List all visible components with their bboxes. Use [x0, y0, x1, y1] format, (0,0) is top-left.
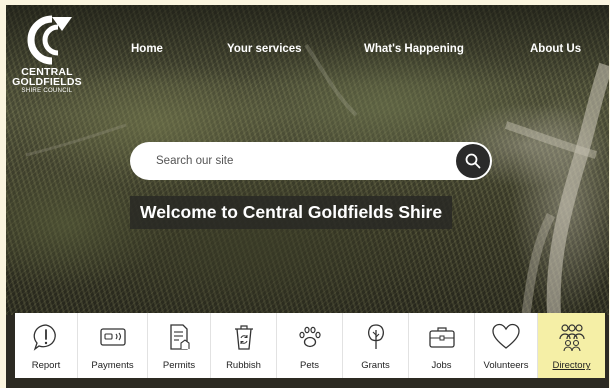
quicklink-pets[interactable]: Pets	[277, 313, 343, 378]
quicklink-label: Grants	[361, 360, 390, 371]
page-frame: CENTRAL GOLDFIELDS SHIRE COUNCIL Home Yo…	[6, 5, 609, 388]
quicklink-report[interactable]: Report	[15, 313, 78, 378]
quicklink-rubbish[interactable]: Rubbish	[211, 313, 277, 378]
quicklink-grants[interactable]: Grants	[343, 313, 409, 378]
quicklink-label: Pets	[299, 360, 319, 371]
search-button[interactable]	[456, 144, 490, 178]
quicklink-directory[interactable]: Directory	[538, 313, 605, 378]
quick-links-bar: Report Payments Permits Rubbish Pets Gra…	[15, 313, 605, 378]
quicklink-label: Payments	[91, 360, 134, 371]
card-payment-icon	[99, 328, 126, 346]
logo-text-shire-council: SHIRE COUNCIL	[21, 88, 73, 94]
recycle-bin-icon	[234, 325, 253, 350]
search-icon	[465, 153, 481, 169]
quicklink-payments[interactable]: Payments	[78, 313, 148, 378]
paw-icon	[298, 326, 321, 348]
quicklink-label: Report	[31, 360, 61, 371]
nav-about-us[interactable]: About Us	[530, 43, 581, 55]
quicklink-volunteers[interactable]: Volunteers	[475, 313, 538, 378]
quicklink-label: Rubbish	[226, 360, 261, 371]
heart-icon	[492, 323, 520, 349]
nav-your-services[interactable]: Your services	[227, 43, 302, 55]
tree-icon	[367, 324, 384, 349]
search-bar	[130, 142, 492, 180]
quicklink-label: Directory	[552, 360, 591, 371]
permit-document-icon	[170, 324, 190, 350]
search-input[interactable]	[156, 155, 446, 167]
main-navigation: Home Your services What's Happening Abou…	[6, 43, 609, 63]
briefcase-icon	[428, 327, 455, 348]
quicklink-label: Volunteers	[483, 360, 529, 371]
alert-icon	[33, 324, 56, 351]
page-title: Welcome to Central Goldfields Shire	[130, 196, 453, 229]
nav-home[interactable]: Home	[131, 43, 163, 55]
quicklink-label: Permits	[162, 360, 196, 371]
nav-whats-happening[interactable]: What's Happening	[364, 43, 464, 55]
quicklink-permits[interactable]: Permits	[148, 313, 211, 378]
logo-text-goldfields: GOLDFIELDS	[12, 76, 82, 88]
people-group-icon	[558, 324, 585, 352]
quicklink-jobs[interactable]: Jobs	[409, 313, 475, 378]
quicklink-label: Jobs	[431, 360, 452, 371]
